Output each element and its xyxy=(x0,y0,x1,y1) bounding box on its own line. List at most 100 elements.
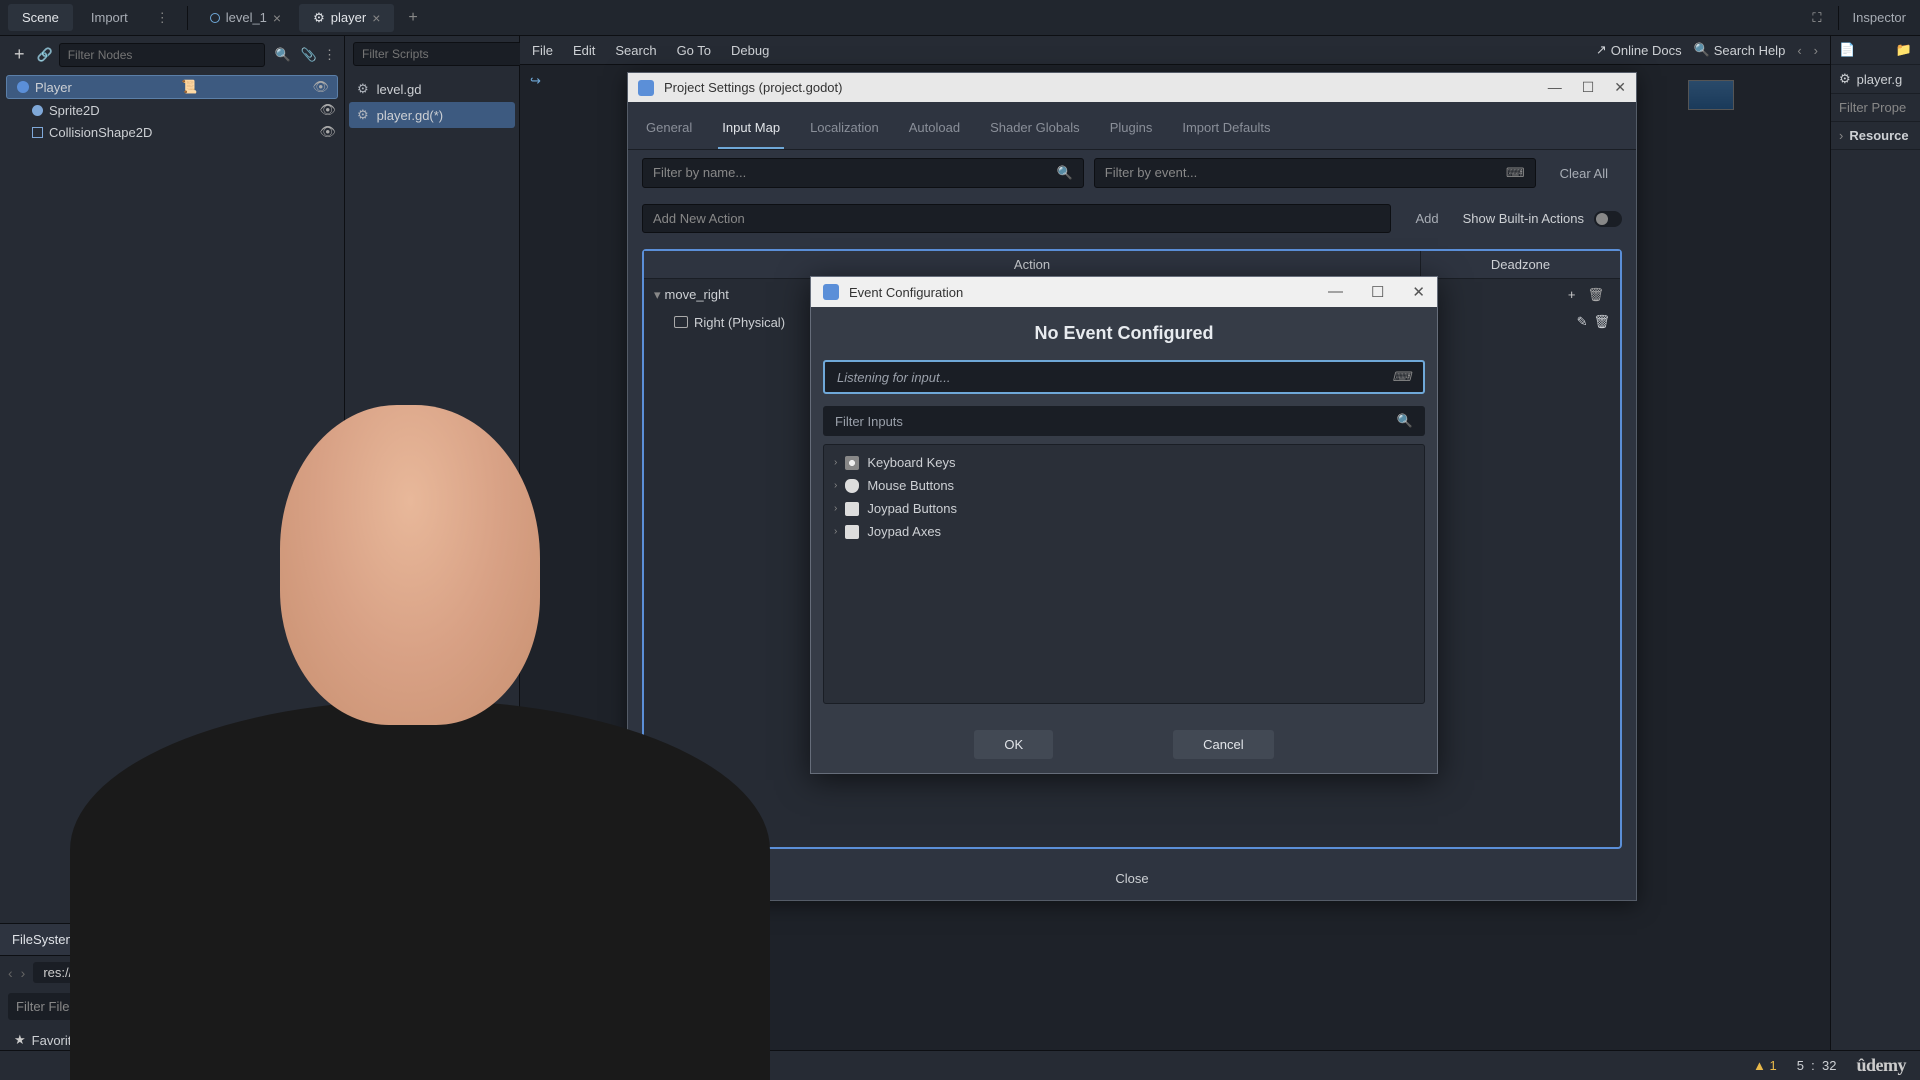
category-mouse[interactable]: › Mouse Buttons xyxy=(828,474,1420,497)
input-category-tree: › Keyboard Keys › Mouse Buttons › Joypad… xyxy=(823,444,1425,704)
close-button[interactable]: ✕ xyxy=(1412,283,1425,301)
doc-tab-level1[interactable]: level_1 × xyxy=(196,4,295,32)
filesystem-title: FileSystem xyxy=(0,924,344,956)
visibility-icon[interactable]: 👁 xyxy=(319,124,336,140)
add-button[interactable]: Add xyxy=(1401,205,1452,232)
search-icon: 🔍 xyxy=(1057,165,1073,181)
tree-node-sprite2d[interactable]: Sprite2D 👁 xyxy=(0,99,344,121)
close-button[interactable]: Close xyxy=(1115,871,1148,886)
load-resource-icon[interactable]: 📁 xyxy=(1896,42,1912,58)
tab-input-map[interactable]: Input Map xyxy=(718,112,784,149)
script-item-level[interactable]: ⚙ level.gd xyxy=(349,76,515,102)
tree-menu-icon[interactable]: ⋮ xyxy=(323,47,336,63)
visibility-icon[interactable]: 👁 xyxy=(312,79,329,95)
category-label: Keyboard Keys xyxy=(867,455,955,470)
search-help-button[interactable]: 🔍 Search Help xyxy=(1694,42,1786,58)
tree-node-collision[interactable]: CollisionShape2D 👁 xyxy=(0,121,344,143)
resource-section[interactable]: › Resource xyxy=(1831,122,1920,150)
menu-debug[interactable]: Debug xyxy=(731,43,769,58)
tab-import-defaults[interactable]: Import Defaults xyxy=(1178,112,1274,149)
distraction-free-icon[interactable]: ⛶ xyxy=(1812,10,1837,26)
close-button[interactable]: ✕ xyxy=(1614,79,1626,96)
tab-localization[interactable]: Localization xyxy=(806,112,883,149)
path-display[interactable]: res:// xyxy=(33,962,82,983)
delete-event-button[interactable]: 🗑 xyxy=(1593,314,1610,330)
top-tabs-bar: Scene Import ⋮ level_1 × ⚙ player × + ⛶ … xyxy=(0,0,1920,36)
joypad-icon xyxy=(845,502,859,516)
add-node-button[interactable]: + xyxy=(8,42,31,67)
attach-script-icon[interactable]: 📎 xyxy=(301,47,317,63)
category-joypad-buttons[interactable]: › Joypad Buttons xyxy=(828,497,1420,520)
favorites-folder[interactable]: ★ Favorites xyxy=(8,1028,336,1052)
show-builtin-toggle[interactable] xyxy=(1594,211,1622,227)
keyboard-icon: ⌨ xyxy=(1392,369,1411,385)
tab-shader-globals[interactable]: Shader Globals xyxy=(986,112,1084,149)
filter-properties-input[interactable]: Filter Prope xyxy=(1831,94,1920,122)
tab-scene[interactable]: Scene xyxy=(8,4,73,31)
tab-autoload[interactable]: Autoload xyxy=(905,112,964,149)
window-titlebar[interactable]: Project Settings (project.godot) — ☐ ✕ xyxy=(628,73,1636,102)
doc-tab-player[interactable]: ⚙ player × xyxy=(299,4,394,32)
panel-menu-icon[interactable]: ⋮ xyxy=(146,10,179,26)
warnings-badge[interactable]: ▲ 1 xyxy=(1753,1058,1777,1073)
inspector-file: player.g xyxy=(1857,72,1903,87)
add-action-input[interactable]: Add New Action xyxy=(642,204,1391,233)
window-titlebar[interactable]: Event Configuration — ☐ ✕ xyxy=(811,277,1437,307)
close-icon[interactable]: × xyxy=(273,10,281,26)
maximize-button[interactable]: ☐ xyxy=(1371,283,1384,301)
ok-button[interactable]: OK xyxy=(974,730,1053,759)
cancel-button[interactable]: Cancel xyxy=(1173,730,1273,759)
node-label: Player xyxy=(35,80,72,95)
tab-plugins[interactable]: Plugins xyxy=(1106,112,1157,149)
clear-all-button[interactable]: Clear All xyxy=(1546,160,1622,187)
delete-action-button[interactable]: 🗑 xyxy=(1581,287,1610,303)
category-keyboard[interactable]: › Keyboard Keys xyxy=(828,451,1420,474)
script-icon[interactable]: 📜 xyxy=(181,79,197,95)
add-tab-button[interactable]: + xyxy=(398,9,427,27)
tab-import[interactable]: Import xyxy=(77,4,142,31)
category-label: Joypad Axes xyxy=(867,524,941,539)
menu-edit[interactable]: Edit xyxy=(573,43,595,58)
filter-event-input[interactable]: Filter by event... ⌨ xyxy=(1094,158,1536,188)
nav-back-button[interactable]: ‹ xyxy=(1797,43,1801,58)
script-item-player[interactable]: ⚙ player.gd(*) xyxy=(349,102,515,128)
tree-node-player[interactable]: Player 📜 👁 xyxy=(6,75,338,99)
nav-forward-button[interactable]: › xyxy=(21,965,26,981)
add-event-button[interactable]: + xyxy=(1562,287,1582,302)
menu-goto[interactable]: Go To xyxy=(677,43,711,58)
visibility-icon[interactable]: 👁 xyxy=(319,102,336,118)
minimap[interactable] xyxy=(1688,80,1734,110)
instance-scene-button[interactable]: 🔗 xyxy=(37,47,53,63)
menu-file[interactable]: File xyxy=(532,43,553,58)
node-label: Sprite2D xyxy=(49,103,100,118)
listening-input[interactable]: Listening for input... ⌨ xyxy=(823,360,1425,394)
script-label: level.gd xyxy=(377,82,422,97)
tab-general[interactable]: General xyxy=(642,112,696,149)
event-status-heading: No Event Configured xyxy=(811,307,1437,360)
edit-event-button[interactable]: ✎ xyxy=(1577,314,1588,330)
event-config-window: Event Configuration — ☐ ✕ No Event Confi… xyxy=(810,276,1438,774)
method-nav-icon[interactable]: ↪ xyxy=(530,73,541,88)
new-resource-icon[interactable]: 📄 xyxy=(1839,42,1855,58)
collapse-icon[interactable]: ▾ xyxy=(654,287,661,303)
minimize-button[interactable]: — xyxy=(1548,79,1562,96)
filter-scripts-input[interactable] xyxy=(353,42,526,66)
tab-inspector[interactable]: Inspector xyxy=(1839,4,1920,31)
filter-inputs-field[interactable]: Filter Inputs 🔍 xyxy=(823,406,1425,436)
filter-files-input[interactable]: Filter Files xyxy=(8,993,336,1020)
menu-search[interactable]: Search xyxy=(615,43,656,58)
search-icon[interactable]: 🔍 xyxy=(271,47,295,63)
minimize-button[interactable]: — xyxy=(1328,283,1343,301)
nav-forward-button[interactable]: › xyxy=(1814,43,1818,58)
filter-placeholder: Filter Inputs xyxy=(835,414,903,429)
column-deadzone: Deadzone xyxy=(1420,251,1620,278)
filter-nodes-input[interactable] xyxy=(59,43,265,67)
maximize-button[interactable]: ☐ xyxy=(1582,79,1595,96)
filter-name-input[interactable]: Filter by name... 🔍 xyxy=(642,158,1084,188)
category-joypad-axes[interactable]: › Joypad Axes xyxy=(828,520,1420,543)
gear-icon: ⚙ xyxy=(1839,71,1851,87)
gear-icon: ⚙ xyxy=(357,107,369,123)
close-icon[interactable]: × xyxy=(372,10,380,26)
nav-back-button[interactable]: ‹ xyxy=(8,965,13,981)
online-docs-button[interactable]: ↗ Online Docs xyxy=(1596,42,1682,58)
